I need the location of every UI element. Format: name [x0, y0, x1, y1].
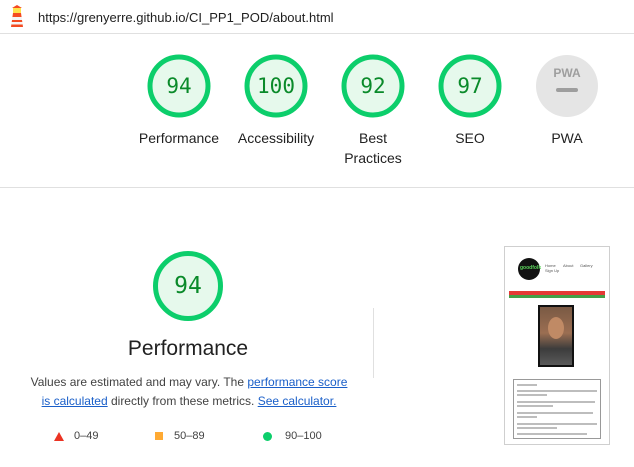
thumbnail-nav-about: About [563, 263, 574, 268]
description-text-1: Values are estimated and may vary. The [30, 375, 248, 389]
accessibility-score: 100 [257, 74, 295, 98]
pwa-badge-text: PWA [553, 66, 581, 80]
thumbnail-logo-text: goodfolk [520, 265, 542, 271]
performance-description: Values are estimated and may vary. The p… [18, 373, 360, 411]
performance-score-link[interactable]: performance score [247, 375, 347, 389]
triangle-icon [54, 432, 64, 441]
is-calculated-link[interactable]: is calculated [42, 394, 108, 408]
best-practices-label-line2: Practices [344, 150, 402, 166]
best-practices-gauge[interactable]: 92 [341, 54, 405, 118]
page-url[interactable]: https://grenyerre.github.io/CI_PP1_POD/a… [38, 10, 334, 25]
see-calculator-link[interactable]: See calculator. [258, 394, 337, 408]
best-practices-label-line1: Best [358, 130, 387, 146]
thumbnail-text-line [517, 412, 593, 414]
seo-score: 97 [457, 74, 483, 98]
thumbnail-text-box [513, 379, 601, 439]
thumbnail-nav-signup: Sign Up [545, 268, 560, 273]
thumbnail-portrait-image [538, 305, 574, 367]
accessibility-label: Accessibility [237, 130, 315, 146]
seo-gauge[interactable]: 97 [438, 54, 502, 118]
vertical-divider [373, 308, 374, 378]
thumbnail-text-line [517, 405, 553, 407]
section-divider [0, 187, 634, 188]
thumbnail-face-shape [548, 317, 564, 339]
best-practices-score: 92 [360, 74, 386, 98]
pwa-badge-circle [536, 55, 598, 117]
performance-score: 94 [166, 74, 192, 98]
thumbnail-logo: goodfolk [518, 258, 542, 280]
legend-average-range: 50–89 [174, 430, 205, 442]
thumbnail-text-line [517, 390, 597, 392]
legend-pass-range: 90–100 [285, 430, 322, 442]
thumbnail-text-line [517, 401, 595, 403]
accessibility-gauge[interactable]: 100 [244, 54, 308, 118]
thumbnail-text-line [517, 433, 587, 435]
thumbnail-text-line [517, 427, 557, 429]
seo-label: SEO [455, 130, 485, 146]
best-practices-label: Best Practices [318, 128, 428, 168]
thumbnail-green-banner [509, 295, 605, 298]
url-bar: https://grenyerre.github.io/CI_PP1_POD/a… [0, 0, 634, 34]
page-screenshot-thumbnail[interactable]: goodfolk Home About Gallery Sign Up [504, 246, 610, 445]
lighthouse-icon [11, 5, 23, 27]
square-icon [155, 432, 163, 440]
performance-main-score: 94 [174, 273, 202, 299]
description-text-2: directly from these metrics. [107, 394, 258, 408]
performance-main-gauge: 94 [152, 250, 224, 322]
pwa-label: PWA [551, 130, 583, 146]
legend-fail-range: 0–49 [74, 430, 99, 442]
thumbnail-nav-gallery: Gallery [580, 263, 593, 268]
circle-icon [263, 432, 272, 441]
pwa-dash-icon [556, 88, 578, 92]
thumbnail-text-line [517, 416, 537, 418]
thumbnail-text-line [517, 384, 537, 386]
performance-gauge[interactable]: 94 [147, 54, 211, 118]
thumbnail-text-line [517, 423, 597, 425]
pwa-badge[interactable]: PWA [535, 54, 599, 118]
performance-heading: Performance [127, 337, 249, 360]
performance-label: Performance [138, 130, 220, 146]
thumbnail-text-line [517, 394, 547, 396]
